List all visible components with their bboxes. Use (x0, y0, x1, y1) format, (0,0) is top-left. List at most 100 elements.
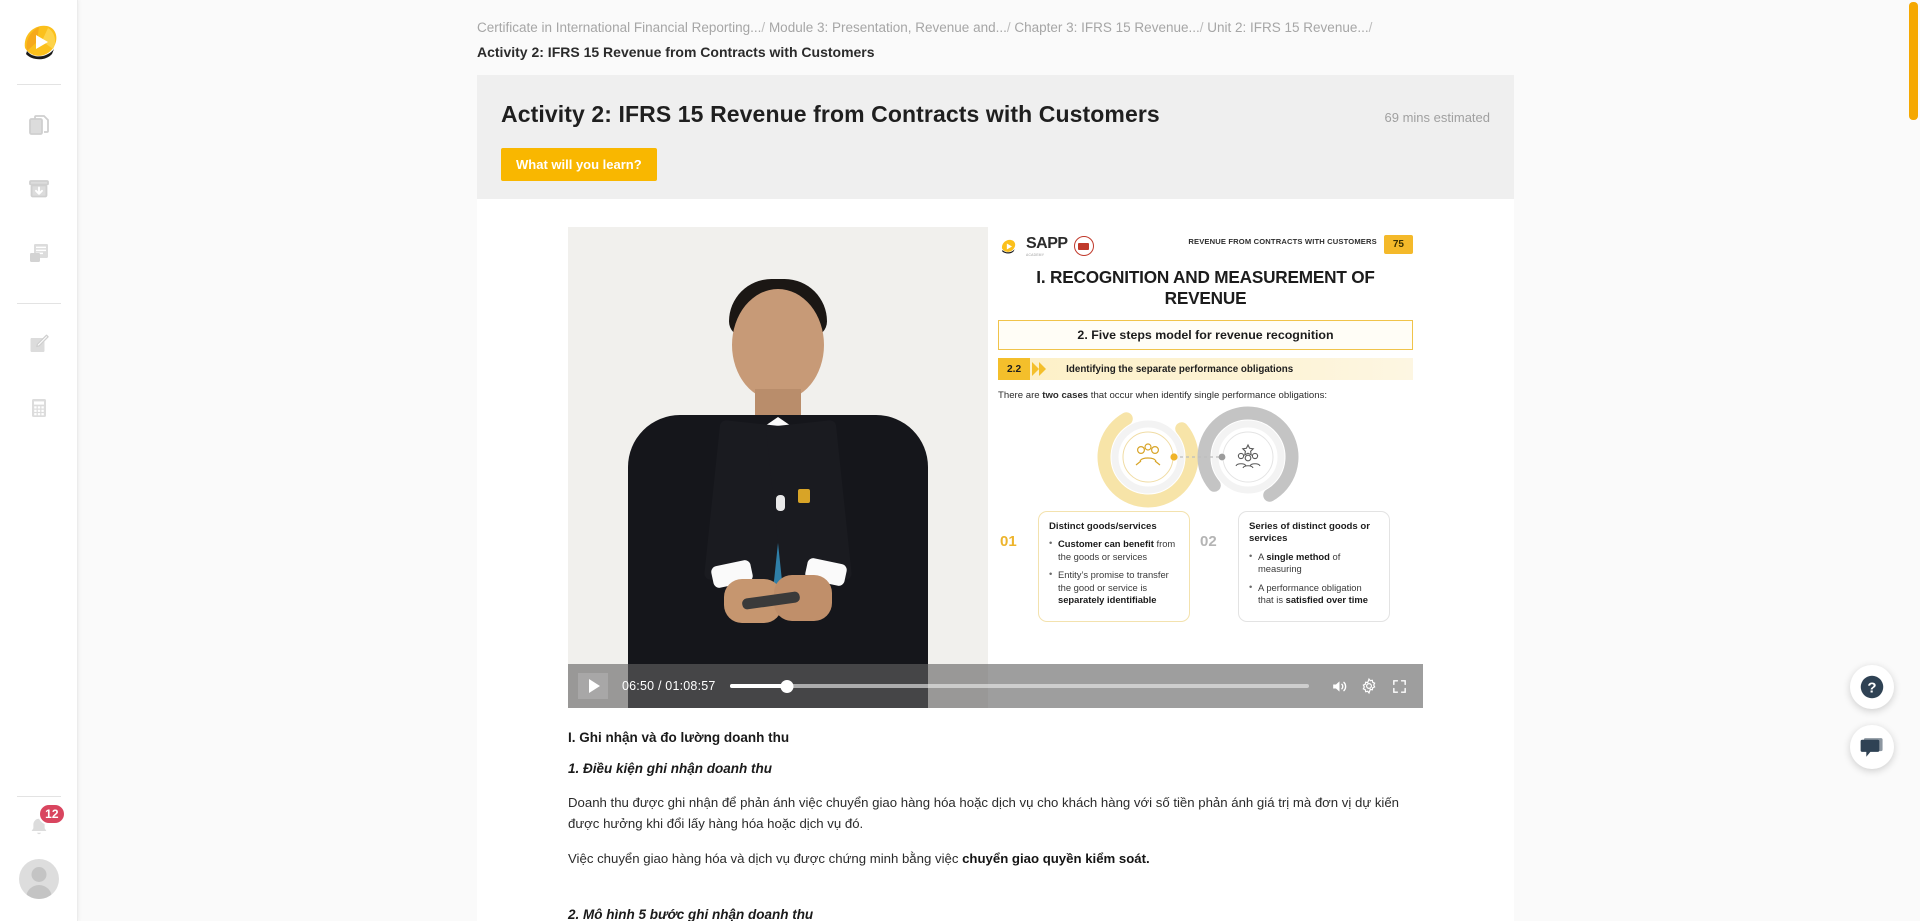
fullscreen-icon (1392, 679, 1406, 693)
case-bullets-01: Customer can benefit from the goods or s… (1049, 537, 1179, 606)
page-scrollbar[interactable] (1909, 2, 1918, 919)
sidebar-item-downloads[interactable] (16, 166, 62, 212)
presenter-head (732, 289, 824, 401)
progress-fill (729, 684, 787, 688)
article-section-heading: I. Ghi nhận và đo lường doanh thu (568, 730, 790, 745)
notification-badge: 12 (38, 803, 66, 825)
notifications-button[interactable]: 12 (16, 803, 66, 851)
breadcrumb-item-module[interactable]: Module 3: Presentation, Revenue and... (769, 20, 1007, 35)
case-bullets-02: A single method of measuring A performan… (1249, 550, 1379, 607)
bullet-bold: Customer can benefit (1058, 538, 1154, 550)
page-title: Activity 2: IFRS 15 Revenue from Contrac… (501, 101, 1160, 127)
avatar-body (25, 885, 52, 899)
sidebar-divider-bottom (16, 796, 61, 797)
breadcrumb-item-course[interactable]: Certificate in International Financial R… (477, 20, 761, 35)
slide-section-title: Identifying the separate performance obl… (1066, 363, 1294, 375)
list-item: Entity’s promise to transfer the good or… (1049, 568, 1179, 606)
sidebar-item-notes[interactable] (16, 230, 62, 276)
what-will-you-learn-button[interactable]: What will you learn? (501, 148, 657, 181)
case-title-02: Series of distinct goods or services (1249, 521, 1371, 545)
slide-branding: SAPP ACADEMY (998, 235, 1094, 257)
progress-rail (729, 684, 1309, 688)
slide-diagram (998, 403, 1413, 511)
sidebar-bottom: 12 (16, 778, 66, 921)
main-content: Certificate in International Financial R… (78, 0, 1920, 921)
breadcrumb-bar: Certificate in International Financial R… (78, 0, 1920, 62)
case-title-01: Distinct goods/services (1049, 521, 1157, 532)
scrollbar-thumb[interactable] (1909, 2, 1918, 120)
article-content: I. Ghi nhận và đo lường doanh thu 1. Điề… (568, 708, 1423, 921)
slide-topic-label: REVENUE FROM CONTRACTS WITH CUSTOMERS (1188, 237, 1377, 246)
app-root: 12 Certificate in International Financia… (0, 0, 1920, 921)
list-item: A single method of measuring (1249, 550, 1379, 576)
lecture-slide: SAPP ACADEMY REVENUE FROM CONTRACTS WITH… (988, 227, 1423, 708)
chat-icon (1860, 738, 1883, 757)
bullet-bold-tail: satisfied over time (1285, 594, 1368, 606)
breadcrumb-current-activity: Activity 2: IFRS 15 Revenue from Contrac… (477, 44, 875, 60)
activity-body: SAPP ACADEMY REVENUE FROM CONTRACTS WITH… (477, 199, 1514, 921)
speaker-icon (1332, 680, 1346, 692)
volume-button[interactable] (1325, 672, 1353, 700)
slide-subheading: 2. Five steps model for revenue recognit… (998, 320, 1413, 350)
slide-section-band: 2.2 Identifying the separate performance… (998, 358, 1413, 380)
help-icon: ? (1860, 675, 1884, 699)
slide-lead-prefix: There are (998, 390, 1043, 401)
slide-page-number: 75 (1383, 235, 1413, 254)
presenter-video (568, 227, 988, 708)
case-box-01: Distinct goods/services Customer can ben… (1038, 511, 1190, 623)
activity-header: Activity 2: IFRS 15 Revenue from Contrac… (477, 75, 1514, 128)
list-item: A performance obligation that is satisfi… (1249, 581, 1379, 607)
article-paragraph-1: Doanh thu được ghi nhận để phản ánh việc… (568, 795, 1400, 831)
progress-knob[interactable] (780, 679, 794, 693)
case-number-01: 01 (1000, 533, 1017, 550)
sidebar-item-documents[interactable] (16, 102, 62, 148)
article-paragraph-2: Việc chuyển giao hàng hóa và dịch vụ đượ… (568, 848, 1423, 869)
slide-header: SAPP ACADEMY REVENUE FROM CONTRACTS WITH… (998, 235, 1413, 257)
chat-button[interactable] (1850, 725, 1894, 769)
breadcrumb-item-chapter[interactable]: Chapter 3: IFRS 15 Revenue... (1014, 20, 1199, 35)
slide-lead-suffix: that occur when identify single performa… (1088, 390, 1328, 401)
accreditation-seal-icon (1073, 236, 1094, 256)
play-button[interactable] (578, 673, 608, 699)
video-frame[interactable]: SAPP ACADEMY REVENUE FROM CONTRACTS WITH… (568, 227, 1423, 708)
play-icon (588, 679, 600, 693)
paragraph-2-bold: chuyển giao quyền kiểm soát. (962, 851, 1150, 866)
slide-heading: I. RECOGNITION AND MEASUREMENT OF REVENU… (1036, 267, 1375, 308)
slide-lead-text: There are two cases that occur when iden… (998, 390, 1413, 401)
fullscreen-button[interactable] (1385, 672, 1413, 700)
article-spacer (568, 883, 1423, 907)
breadcrumb-separator: / (1368, 20, 1373, 35)
sidebar-item-practice[interactable] (16, 321, 62, 367)
sidebar-divider-top (16, 84, 61, 85)
two-cases-diagram-icon (1097, 406, 1299, 508)
avatar-head (31, 867, 46, 882)
seal-inner (1078, 242, 1090, 250)
chevron-right-icon (1030, 358, 1050, 380)
breadcrumb-separator: / (1006, 20, 1011, 35)
breadcrumb-item-unit[interactable]: Unit 2: IFRS 15 Revenue... (1207, 20, 1368, 35)
left-sidebar: 12 (0, 0, 78, 921)
video-time-display: 06:50 / 01:08:57 (622, 679, 716, 693)
sapp-logo[interactable] (15, 18, 63, 66)
list-item: Customer can benefit from the goods or s… (1049, 537, 1179, 563)
breadcrumb-separator: / (1199, 20, 1204, 35)
sidebar-divider-mid (16, 303, 61, 304)
article-sub-heading-1: 1. Điều kiện ghi nhận doanh thu (568, 761, 773, 776)
video-progress-slider[interactable] (729, 679, 1309, 693)
slide-header-right: REVENUE FROM CONTRACTS WITH CUSTOMERS 75 (1188, 235, 1413, 254)
presenter-microphone (776, 495, 785, 511)
video-player[interactable]: SAPP ACADEMY REVENUE FROM CONTRACTS WITH… (568, 227, 1423, 708)
video-controls: 06:50 / 01:08:57 (568, 664, 1423, 708)
paragraph-2-prefix: Việc chuyển giao hàng hóa và dịch vụ đượ… (568, 851, 963, 866)
breadcrumb-separator: / (761, 20, 766, 35)
slide-lead-bold: two cases (1042, 390, 1089, 401)
breadcrumb: Certificate in International Financial R… (477, 18, 1920, 38)
bullet-bold-tail: separately identifiable (1058, 594, 1157, 606)
bullet-bold-tail: single method (1266, 550, 1330, 562)
user-avatar[interactable] (18, 859, 59, 899)
help-button[interactable]: ? (1850, 665, 1894, 709)
sidebar-item-calculator[interactable] (16, 385, 62, 431)
bullet-rest: Entity’s promise to transfer the good or… (1058, 569, 1169, 593)
settings-button[interactable] (1355, 672, 1383, 700)
sapp-wordmark: SAPP ACADEMY (1026, 235, 1068, 257)
